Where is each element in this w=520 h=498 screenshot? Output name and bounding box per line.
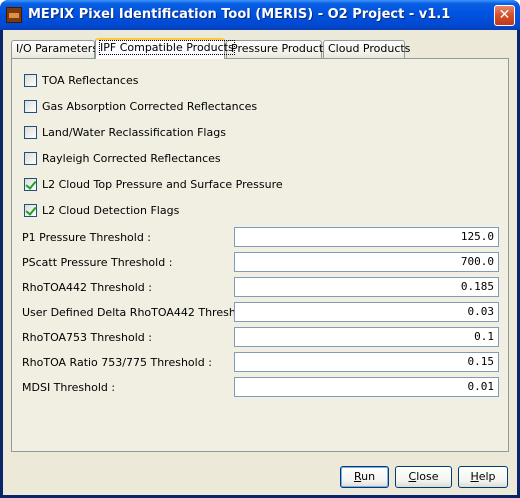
- app-icon: [6, 7, 22, 23]
- checkbox-box[interactable]: [24, 178, 37, 191]
- checkbox-box[interactable]: [24, 74, 37, 87]
- mdsi-threshold-input[interactable]: 0.01: [234, 377, 499, 397]
- tab-io-parameters[interactable]: I/O Parameters: [11, 40, 99, 58]
- pscatt-pressure-label: PScatt Pressure Threshold :: [22, 256, 173, 269]
- tab-pressure-products[interactable]: Pressure Products: [226, 40, 329, 58]
- run-button[interactable]: Run: [340, 466, 389, 488]
- mdsi-threshold-label: MDSI Threshold :: [22, 381, 116, 394]
- tab-label: Pressure Products: [231, 42, 329, 55]
- rhotoa442-label: RhoTOA442 Threshold :: [22, 281, 152, 294]
- checkbox-box[interactable]: [24, 152, 37, 165]
- rhotoa442-input[interactable]: 0.185: [234, 277, 499, 297]
- checkbox-label: Land/Water Reclassification Flags: [42, 126, 226, 139]
- checkbox-box[interactable]: [24, 100, 37, 113]
- pscatt-pressure-input[interactable]: 700.0: [234, 252, 499, 272]
- title-bar[interactable]: MEPIX Pixel Identification Tool (MERIS) …: [0, 0, 520, 30]
- app-window: MEPIX Pixel Identification Tool (MERIS) …: [0, 0, 520, 498]
- rhotoa753-label: RhoTOA753 Threshold :: [22, 331, 152, 344]
- rhotoa753-input[interactable]: 0.1: [234, 327, 499, 347]
- delta-rhotoa442-input[interactable]: 0.03: [234, 302, 499, 322]
- delta-rhotoa442-label: User Defined Delta RhoTOA442 Threshold :: [22, 306, 260, 319]
- p1-pressure-input[interactable]: 125.0: [234, 227, 499, 247]
- checkbox-label: Rayleigh Corrected Reflectances: [42, 152, 221, 165]
- tab-label: IPF Compatible Products: [99, 40, 235, 55]
- checkbox-box[interactable]: [24, 126, 37, 139]
- window-title: MEPIX Pixel Identification Tool (MERIS) …: [28, 7, 451, 22]
- close-label: lose: [416, 470, 439, 483]
- rhotoa-ratio-label: RhoTOA Ratio 753/775 Threshold :: [22, 356, 212, 369]
- tab-label: I/O Parameters: [16, 42, 99, 55]
- run-label: un: [361, 470, 376, 483]
- dialog-body: I/O Parameters IPF Compatible Products P…: [3, 30, 517, 495]
- tab-cloud-products[interactable]: Cloud Products: [323, 40, 410, 58]
- checkbox-label: TOA Reflectances: [42, 74, 139, 87]
- tab-ipf-compatible-products[interactable]: IPF Compatible Products: [95, 38, 235, 59]
- checkbox-label: L2 Cloud Detection Flags: [42, 204, 180, 217]
- tab-label: Cloud Products: [328, 42, 411, 55]
- checkbox-label: L2 Cloud Top Pressure and Surface Pressu…: [42, 178, 283, 191]
- help-label: elp: [478, 470, 496, 483]
- help-mnemonic: H: [470, 470, 479, 483]
- close-button[interactable]: Close: [395, 466, 452, 488]
- help-button[interactable]: Help: [458, 466, 508, 488]
- close-icon: ✕: [498, 7, 511, 23]
- checkbox-box[interactable]: [24, 204, 37, 217]
- checkbox-label: Gas Absorption Corrected Reflectances: [42, 100, 258, 113]
- tab-panel: TOA Reflectances Gas Absorption Correcte…: [11, 58, 509, 452]
- p1-pressure-label: P1 Pressure Threshold :: [22, 231, 152, 244]
- rhotoa-ratio-input[interactable]: 0.15: [234, 352, 499, 372]
- close-window-button[interactable]: ✕: [494, 5, 515, 26]
